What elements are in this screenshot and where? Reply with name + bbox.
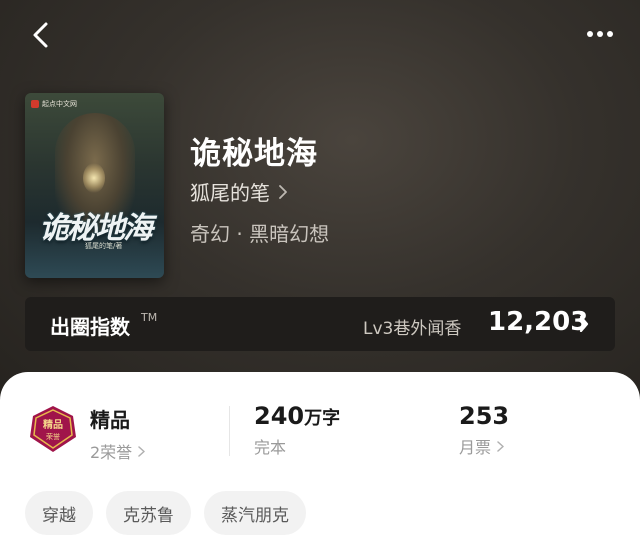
chevron-right-icon xyxy=(138,445,145,457)
publisher-logo-icon xyxy=(31,100,39,108)
index-value: 12,203 xyxy=(488,307,589,337)
stats-divider xyxy=(229,406,230,456)
trademark-mark: TM xyxy=(141,311,158,324)
index-label: 出圈指数 xyxy=(50,315,130,339)
cover-publisher: 起点中文网 xyxy=(31,99,77,109)
cover-publisher-text: 起点中文网 xyxy=(42,100,77,108)
book-cover[interactable]: 起点中文网 诡秘地海 狐尾的笔/著 xyxy=(25,93,164,278)
index-level: Lv3巷外闻香 xyxy=(363,319,462,339)
more-options-button[interactable] xyxy=(582,18,622,52)
chevron-left-icon xyxy=(33,22,48,48)
monthly-votes-link[interactable]: 253 月票 xyxy=(459,402,509,458)
honor-link[interactable]: 2荣誉 xyxy=(90,439,145,463)
chevron-right-icon xyxy=(579,316,589,332)
book-genre: 奇幻 · 黑暗幻想 xyxy=(190,222,330,246)
word-count-number: 240 xyxy=(254,402,305,430)
author-link[interactable]: 狐尾的笔 xyxy=(190,177,288,206)
monthly-votes-label: 月票 xyxy=(459,438,492,457)
word-count-unit: 万字 xyxy=(304,408,341,429)
top-navigation-bar xyxy=(0,0,640,70)
svg-text:荣誉: 荣誉 xyxy=(46,432,60,441)
honor-title: 精品 xyxy=(90,408,130,432)
honor-info: 精品 2荣誉 xyxy=(90,404,145,463)
cover-author-text: 狐尾的笔/著 xyxy=(85,242,123,250)
word-count-info: 240万字 完本 xyxy=(254,402,340,458)
cover-lantern-glow xyxy=(83,163,105,193)
tag-list: 穿越 克苏鲁 蒸汽朋克 xyxy=(25,491,306,535)
back-button[interactable] xyxy=(22,16,62,56)
more-dots-icon xyxy=(587,31,613,37)
badge-emblem: 精品 荣誉 xyxy=(30,406,76,452)
popularity-index-bar[interactable]: 出圈指数 TM Lv3巷外闻香 12,203 xyxy=(25,297,615,351)
completion-status: 完本 xyxy=(254,438,287,457)
honor-count: 2荣誉 xyxy=(90,443,133,462)
author-name: 狐尾的笔 xyxy=(190,181,270,205)
book-info-sheet: 精品 荣誉 精品 2荣誉 240万字 完本 253 月票 穿越 克苏鲁 蒸汽朋克 xyxy=(0,372,640,555)
monthly-votes-label-row: 月票 xyxy=(459,434,509,458)
monthly-votes-number: 253 xyxy=(459,402,510,430)
book-title: 诡秘地海 xyxy=(190,136,318,172)
quality-badge-icon[interactable]: 精品 荣誉 xyxy=(28,404,78,454)
svg-text:精品: 精品 xyxy=(43,418,63,431)
chevron-right-icon xyxy=(279,184,287,199)
tag-chip[interactable]: 克苏鲁 xyxy=(106,491,191,535)
chevron-right-icon xyxy=(497,440,504,452)
tag-chip[interactable]: 蒸汽朋克 xyxy=(204,491,306,535)
tag-chip[interactable]: 穿越 xyxy=(25,491,93,535)
